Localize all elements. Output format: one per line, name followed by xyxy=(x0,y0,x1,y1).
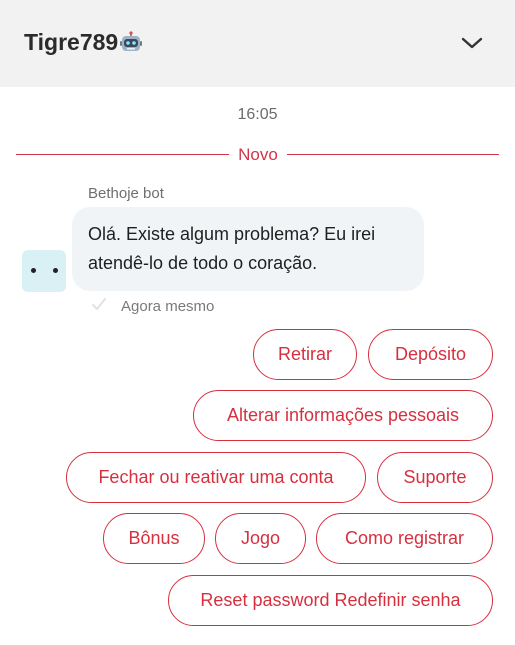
new-messages-divider-label: Novo xyxy=(238,145,278,164)
robot-icon xyxy=(120,30,143,55)
chat-header: Tigre789 xyxy=(0,0,515,87)
quick-reply-retirar[interactable]: Retirar xyxy=(253,329,357,380)
bot-face-icon-right-eye xyxy=(53,268,58,273)
chevron-down-icon xyxy=(461,37,483,49)
quick-reply-como-registrar[interactable]: Como registrar xyxy=(316,513,493,564)
header-title-group: Tigre789 xyxy=(24,29,143,56)
message-time: Agora mesmo xyxy=(121,298,215,315)
message-line: Olá. Existe algum problema? Eu irei xyxy=(88,224,376,244)
message-timestamp: 16:05 xyxy=(237,106,278,123)
chat-title: Tigre789 xyxy=(24,29,119,55)
collapse-chat-button[interactable] xyxy=(459,31,485,55)
quick-reply-suporte[interactable]: Suporte xyxy=(377,452,493,503)
new-divider-left-line xyxy=(16,154,229,155)
quick-reply-reset-password[interactable]: Reset password Redefinir senha xyxy=(168,575,493,626)
sender-name: Bethoje bot xyxy=(88,185,164,202)
message-line: atendê-lo de todo o coração. xyxy=(88,253,318,273)
quick-reply-jogo[interactable]: Jogo xyxy=(215,513,306,564)
quick-reply-deposito[interactable]: Depósito xyxy=(368,329,493,380)
sent-status-icon xyxy=(92,298,106,310)
bot-face-icon-left-eye xyxy=(31,268,36,273)
quick-reply-fechar-reativar-conta[interactable]: Fechar ou reativar uma conta xyxy=(66,452,366,503)
quick-reply-alterar-informacoes[interactable]: Alterar informações pessoais xyxy=(193,390,493,441)
quick-reply-bonus[interactable]: Bônus xyxy=(103,513,205,564)
message-bubble: Olá. Existe algum problema? Eu irei aten… xyxy=(72,207,424,291)
new-divider-right-line xyxy=(287,154,499,155)
bot-avatar xyxy=(22,250,66,292)
